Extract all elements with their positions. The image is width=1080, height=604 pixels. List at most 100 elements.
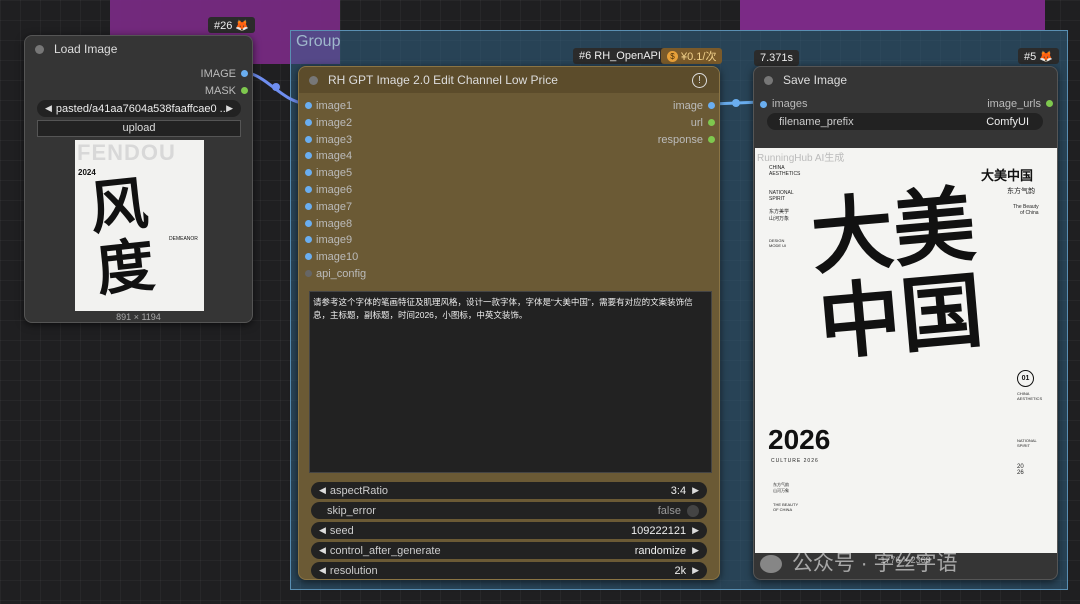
preview-thumbnail[interactable]: FENDOU 2024 风度 DEMEANOR: [75, 140, 204, 311]
input-label-image2: image2: [316, 116, 353, 129]
widget-seed[interactable]: ◀ seed 109222121 ▶: [311, 522, 707, 539]
input-port-image4[interactable]: [305, 152, 312, 160]
output-label-image-urls: image_urls: [987, 98, 1041, 110]
load-image-title: Load Image: [54, 42, 118, 56]
widget-skip-error[interactable]: skip_error false: [311, 502, 707, 519]
input-port-image9[interactable]: [305, 236, 312, 244]
image-file-selector[interactable]: ◀ pasted/a41aa7604a538faaffcae0 ... ▶: [37, 100, 241, 117]
coin-icon: $: [667, 50, 678, 62]
input-port-image5[interactable]: [305, 169, 312, 177]
input-label-image4: image4: [316, 150, 353, 163]
wire-reroute-dot: [272, 83, 280, 91]
poster-year: 2026: [768, 424, 831, 455]
poster-bottom-cn: 东方气韵 山河万象: [773, 482, 789, 493]
output-label-image: image: [673, 100, 703, 112]
input-label-image6: image6: [316, 184, 353, 196]
arrow-right-icon[interactable]: ▶: [226, 103, 233, 114]
arrow-right-icon[interactable]: ▶: [692, 545, 699, 556]
poster-left-block: CHINA AESTHETICS: [769, 165, 801, 177]
output-port-image-urls[interactable]: [1046, 100, 1053, 107]
wire-reroute-dot-2: [732, 99, 740, 107]
output-label-mask: MASK: [204, 85, 236, 97]
upload-button[interactable]: upload: [37, 120, 241, 137]
widget-value: false: [657, 504, 681, 517]
input-port-image10[interactable]: [305, 253, 312, 261]
info-icon[interactable]: !: [692, 73, 707, 88]
collapse-dot-icon[interactable]: [764, 75, 773, 85]
arrow-left-icon[interactable]: ◀: [319, 565, 326, 576]
input-port-image8[interactable]: [305, 219, 312, 227]
arrow-right-icon[interactable]: ▶: [692, 565, 699, 576]
widget-resolution[interactable]: ◀ resolution 2k ▶: [311, 562, 707, 579]
poster-num-label: CHINA AESTHETICS: [1017, 391, 1043, 401]
poster-num: 01: [1017, 370, 1034, 387]
arrow-left-icon[interactable]: ◀: [319, 545, 326, 556]
save-image-title: Save Image: [783, 73, 848, 87]
poster-beauty: THE BEAUTY OF CHINA: [773, 502, 799, 512]
wechat-icon: [760, 555, 782, 574]
widget-label: control_after_generate: [329, 544, 441, 557]
poster-big-chars: 大美中国: [807, 176, 987, 373]
image-file-value: pasted/a41aa7604a538faaffcae0 ...: [55, 102, 227, 115]
widget-label: resolution: [329, 564, 378, 577]
price-badge: $ ¥0.1/次: [661, 48, 723, 64]
watermark-text: RunningHub AI生成: [757, 153, 845, 164]
output-image-preview[interactable]: RunningHub AI生成 CHINA AESTHETICS NATIONA…: [755, 148, 1057, 553]
input-port-image1[interactable]: [305, 102, 312, 109]
collapse-dot-icon[interactable]: [35, 44, 44, 54]
input-label-image7: image7: [316, 200, 353, 213]
poster-left-cn: 东方美学 山河万象: [769, 209, 790, 222]
input-port-images[interactable]: [760, 101, 767, 108]
thumb-big-text: 风度: [86, 168, 158, 305]
load-image-header[interactable]: Load Image: [25, 36, 252, 62]
gpt-node-id-badge: #6 RH_OpenAPI: [573, 48, 667, 64]
input-port-image6[interactable]: [305, 186, 312, 193]
output-port-url[interactable]: [708, 118, 715, 126]
arrow-left-icon[interactable]: ◀: [319, 485, 326, 496]
save-image-id-badge: #5 🦊: [1018, 48, 1059, 64]
poster-title-cn: 大美中国: [981, 168, 1034, 183]
arrow-right-icon[interactable]: ▶: [692, 485, 699, 496]
save-image-header[interactable]: Save Image: [754, 67, 1057, 93]
widget-label: aspectRatio: [329, 484, 389, 497]
gpt-node-title: RH GPT Image 2.0 Edit Channel Low Price: [328, 73, 558, 87]
output-label-response: response: [657, 133, 703, 146]
widget-value: 109222121: [631, 524, 687, 537]
poster-sub-cn: 东方气韵: [1007, 188, 1035, 195]
output-label-image: IMAGE: [200, 68, 236, 80]
gpt-image-node[interactable]: RH GPT Image 2.0 Edit Channel Low Price …: [298, 66, 720, 580]
filename-prefix-value: ComfyUI: [986, 115, 1029, 128]
output-port-image[interactable]: [708, 102, 715, 109]
collapse-dot-icon[interactable]: [309, 75, 318, 85]
output-label-url: url: [690, 116, 703, 129]
toggle-icon[interactable]: [687, 504, 699, 517]
arrow-right-icon[interactable]: ▶: [692, 525, 699, 536]
filename-prefix-label: filename_prefix: [779, 115, 854, 128]
arrow-left-icon[interactable]: ◀: [45, 103, 52, 114]
widget-control-after-generate[interactable]: ◀ control_after_generate randomize ▶: [311, 542, 707, 559]
save-image-node[interactable]: Save Image images image_urls filename_pr…: [753, 66, 1058, 580]
widget-label: skip_error: [327, 504, 376, 517]
output-port-response[interactable]: [708, 135, 715, 143]
input-port-image3[interactable]: [305, 135, 312, 143]
poster-left-block2: NATIONAL SPIRIT: [769, 190, 794, 202]
load-image-node[interactable]: Load Image IMAGE MASK ◀ pasted/a41aa7604…: [24, 35, 253, 323]
filename-prefix-widget[interactable]: filename_prefix ComfyUI: [767, 113, 1043, 130]
input-port-api-config[interactable]: [305, 270, 312, 277]
poster-national: NATIONAL SPIRIT: [1017, 438, 1037, 448]
input-port-image7[interactable]: [305, 202, 312, 210]
prompt-textarea[interactable]: 请参考这个字体的笔画特征及肌理风格，设计一款字体，字体是“大美中国”，需要有对应…: [309, 291, 712, 473]
poster-culture: CULTURE 2026: [771, 458, 819, 464]
execution-time-badge: 7.371s: [754, 50, 800, 66]
input-label-images: images: [772, 98, 808, 110]
widget-value: 3:4: [670, 484, 687, 497]
input-port-image2[interactable]: [305, 118, 312, 126]
input-label-image8: image8: [316, 217, 353, 230]
output-port-mask[interactable]: [241, 87, 248, 94]
widget-aspectRatio[interactable]: ◀ aspectRatio 3:4 ▶: [311, 482, 707, 499]
output-port-image[interactable]: [241, 70, 248, 77]
gpt-node-header[interactable]: RH GPT Image 2.0 Edit Channel Low Price: [299, 67, 719, 93]
thumb-side-text: DEMEANOR: [169, 236, 198, 242]
arrow-left-icon[interactable]: ◀: [319, 525, 326, 536]
poster-sub-en: The Beauty of China: [1013, 204, 1039, 216]
